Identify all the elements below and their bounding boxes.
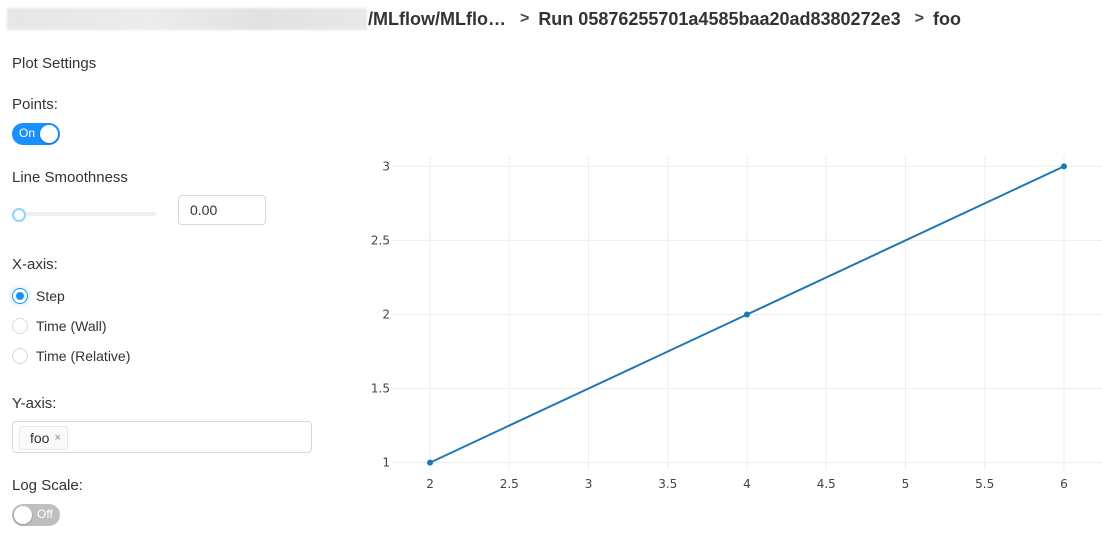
x-tick-label: 2 bbox=[426, 477, 434, 491]
radio-step-label[interactable]: Step bbox=[36, 288, 65, 304]
y-tick-label: 1 bbox=[382, 456, 390, 470]
points-toggle-text: On bbox=[19, 126, 36, 140]
x-tick-label: 3.5 bbox=[658, 477, 677, 491]
x-tick-label: 4 bbox=[743, 477, 751, 491]
metric-tag-label: foo bbox=[30, 430, 50, 446]
breadcrumb-redacted-path bbox=[7, 8, 367, 30]
line-smoothness-label: Line Smoothness bbox=[12, 169, 128, 186]
smoothness-slider-track[interactable] bbox=[18, 212, 156, 216]
close-icon[interactable]: × bbox=[54, 427, 60, 449]
breadcrumb: /MLflow/MLflo… > Run 05876255701a4585baa… bbox=[0, 6, 961, 32]
data-point bbox=[427, 459, 434, 466]
x-tick-label: 4.5 bbox=[817, 477, 836, 491]
y-tick-label: 1.5 bbox=[371, 382, 390, 396]
toggle-knob bbox=[14, 506, 32, 524]
breadcrumb-separator-icon: > bbox=[914, 10, 924, 27]
breadcrumb-separator-icon: > bbox=[519, 10, 530, 27]
data-point bbox=[1060, 163, 1067, 170]
smoothness-input[interactable]: 0.00 bbox=[178, 195, 266, 225]
radio-time-wall-label[interactable]: Time (Wall) bbox=[36, 318, 107, 334]
x-tick-label: 6 bbox=[1060, 477, 1068, 491]
toggle-knob bbox=[40, 125, 58, 143]
x-tick-label: 5.5 bbox=[975, 477, 994, 491]
x-tick-label: 2.5 bbox=[500, 477, 519, 491]
radio-step[interactable] bbox=[12, 288, 28, 304]
breadcrumb-experiment-link[interactable]: /MLflow/MLflo… bbox=[368, 9, 506, 30]
radio-time-relative-label[interactable]: Time (Relative) bbox=[36, 348, 130, 364]
radio-time-relative[interactable] bbox=[12, 348, 28, 364]
log-scale-label: Log Scale: bbox=[12, 477, 83, 494]
y-tick-label: 2.5 bbox=[371, 233, 390, 247]
metric-line-chart[interactable]: 2 2.5 3 3.5 4 4.5 5 5.5 6 1 1.5 2 2.5 3 bbox=[340, 140, 1102, 510]
log-scale-toggle-text: Off bbox=[37, 507, 53, 521]
y-axis-metric-select[interactable]: foo × bbox=[12, 421, 312, 453]
metric-tag: foo × bbox=[19, 426, 68, 450]
breadcrumb-metric: foo bbox=[932, 8, 961, 29]
x-tick-label: 3 bbox=[585, 477, 593, 491]
log-scale-toggle[interactable]: Off bbox=[12, 504, 60, 526]
y-axis-ticks: 1 1.5 2 2.5 3 bbox=[371, 159, 390, 469]
x-axis-ticks: 2 2.5 3 3.5 4 4.5 5 5.5 6 bbox=[426, 477, 1068, 491]
radio-time-wall[interactable] bbox=[12, 318, 28, 334]
points-toggle[interactable]: On bbox=[12, 123, 60, 145]
points-label: Points: bbox=[12, 96, 58, 113]
data-point bbox=[744, 311, 750, 318]
smoothness-slider-handle[interactable] bbox=[12, 208, 26, 222]
y-tick-label: 3 bbox=[382, 159, 390, 173]
y-axis-label: Y-axis: bbox=[12, 395, 57, 412]
breadcrumb-run-link[interactable]: Run 05876255701a4585baa20ad8380272e3 bbox=[538, 9, 900, 30]
x-axis-label: X-axis: bbox=[12, 256, 58, 273]
x-tick-label: 5 bbox=[902, 477, 910, 491]
plot-settings-title: Plot Settings bbox=[12, 55, 97, 72]
y-tick-label: 2 bbox=[382, 307, 390, 321]
